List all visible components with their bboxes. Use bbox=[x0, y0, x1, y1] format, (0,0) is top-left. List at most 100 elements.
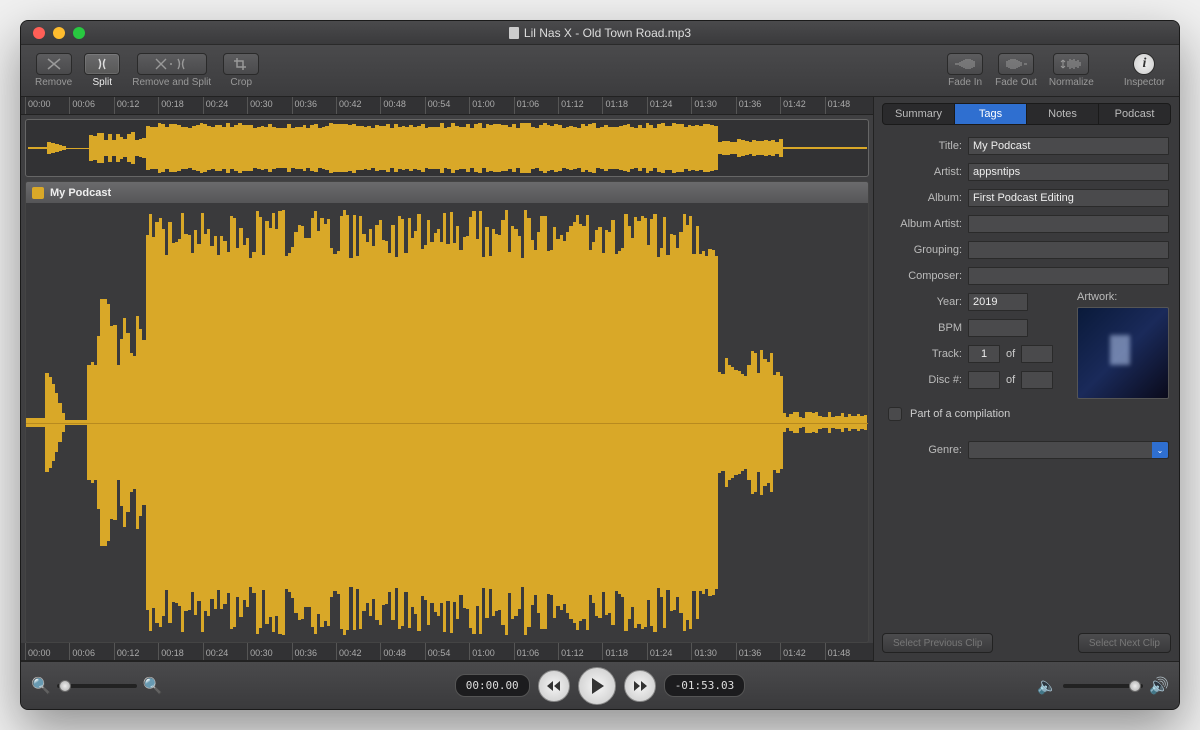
split-button[interactable]: Split bbox=[78, 51, 126, 90]
ruler-tick: 00:18 bbox=[158, 643, 202, 660]
fade-in-button[interactable]: Fade In bbox=[941, 51, 989, 90]
album-field[interactable] bbox=[968, 189, 1169, 207]
toolbar: Remove Split Remove and Split Crop Fade … bbox=[21, 45, 1179, 97]
ruler-tick: 00:30 bbox=[247, 97, 291, 114]
ruler-tick: 00:48 bbox=[380, 643, 424, 660]
current-time-display: 00:00.00 bbox=[455, 674, 530, 697]
album-artist-label: Album Artist: bbox=[884, 218, 962, 230]
ruler-tick: 01:48 bbox=[825, 643, 869, 660]
ruler-tick: 00:00 bbox=[25, 643, 69, 660]
info-icon: i bbox=[1133, 53, 1155, 75]
ruler-tick: 01:24 bbox=[647, 643, 691, 660]
artwork-well[interactable] bbox=[1077, 307, 1169, 399]
ruler-tick: 01:30 bbox=[691, 97, 735, 114]
tab-tags[interactable]: Tags bbox=[955, 104, 1027, 124]
tab-podcast[interactable]: Podcast bbox=[1099, 104, 1170, 124]
zoom-slider[interactable] bbox=[57, 684, 137, 688]
ruler-tick: 00:54 bbox=[425, 97, 469, 114]
disc-number-field[interactable] bbox=[968, 371, 1000, 389]
ruler-tick: 00:06 bbox=[69, 97, 113, 114]
ruler-tick: 01:48 bbox=[825, 97, 869, 114]
ruler-tick: 00:06 bbox=[69, 643, 113, 660]
artwork-label: Artwork: bbox=[1077, 291, 1169, 303]
ruler-tick: 01:00 bbox=[469, 643, 513, 660]
year-label: Year: bbox=[884, 296, 962, 308]
album-artist-field[interactable] bbox=[968, 215, 1169, 233]
transport-bar: 🔍 🔍 00:00.00 -01:53.03 🔈 🔊 bbox=[21, 661, 1179, 709]
genre-label: Genre: bbox=[884, 444, 962, 456]
fade-out-button[interactable]: Fade Out bbox=[989, 51, 1043, 90]
ruler-tick: 01:18 bbox=[602, 97, 646, 114]
tab-summary[interactable]: Summary bbox=[883, 104, 955, 124]
ruler-tick: 00:12 bbox=[114, 643, 158, 660]
track-total-field[interactable] bbox=[1021, 345, 1053, 363]
inspector-tabs: SummaryTagsNotesPodcast bbox=[882, 103, 1171, 125]
volume-controls: 🔈 🔊 bbox=[1037, 676, 1169, 696]
ruler-tick: 01:36 bbox=[736, 643, 780, 660]
album-label: Album: bbox=[884, 192, 962, 204]
overview-waveform[interactable] bbox=[25, 119, 869, 177]
remove-button[interactable]: Remove bbox=[29, 51, 78, 90]
compilation-checkbox[interactable] bbox=[888, 407, 902, 421]
overview-waveform-bars bbox=[28, 122, 866, 174]
clip-name: My Podcast bbox=[50, 187, 111, 199]
play-button[interactable] bbox=[578, 667, 616, 705]
disc-total-field[interactable] bbox=[1021, 371, 1053, 389]
app-window: Lil Nas X - Old Town Road.mp3 Remove Spl… bbox=[20, 20, 1180, 710]
artist-field[interactable] bbox=[968, 163, 1169, 181]
track-number-field[interactable] bbox=[968, 345, 1000, 363]
ruler-tick: 00:42 bbox=[336, 97, 380, 114]
remove-and-split-button[interactable]: Remove and Split bbox=[126, 51, 217, 90]
inspector-button[interactable]: i Inspector bbox=[1118, 51, 1171, 90]
time-ruler-top[interactable]: 00:0000:0600:1200:1800:2400:3000:3600:42… bbox=[21, 97, 873, 115]
crop-button[interactable]: Crop bbox=[217, 51, 265, 90]
ruler-tick: 01:12 bbox=[558, 643, 602, 660]
track-label: Track: bbox=[884, 348, 962, 360]
close-window-button[interactable] bbox=[33, 27, 45, 39]
normalize-button[interactable]: Normalize bbox=[1043, 51, 1100, 90]
zoom-in-icon[interactable]: 🔍 bbox=[143, 676, 163, 696]
zoom-window-button[interactable] bbox=[73, 27, 85, 39]
title-field[interactable] bbox=[968, 137, 1169, 155]
composer-label: Composer: bbox=[884, 270, 962, 282]
rewind-button[interactable] bbox=[538, 670, 570, 702]
fade-in-icon bbox=[947, 53, 983, 75]
title-label: Title: bbox=[884, 140, 962, 152]
fade-out-icon bbox=[998, 53, 1034, 75]
composer-field[interactable] bbox=[968, 267, 1169, 285]
zoom-out-icon[interactable]: 🔍 bbox=[31, 676, 51, 696]
grouping-field[interactable] bbox=[968, 241, 1169, 259]
split-icon bbox=[84, 53, 120, 75]
ruler-tick: 00:36 bbox=[292, 97, 336, 114]
volume-high-icon: 🔊 bbox=[1149, 676, 1169, 696]
main-waveform[interactable] bbox=[25, 203, 869, 643]
ruler-tick: 00:36 bbox=[292, 643, 336, 660]
year-field[interactable] bbox=[968, 293, 1028, 311]
ruler-tick: 01:24 bbox=[647, 97, 691, 114]
volume-slider[interactable] bbox=[1063, 684, 1143, 688]
genre-dropdown[interactable]: ⌄ bbox=[968, 441, 1169, 459]
time-ruler-bottom[interactable]: 00:0000:0600:1200:1800:2400:3000:3600:42… bbox=[21, 643, 873, 661]
clip-header[interactable]: My Podcast bbox=[25, 181, 869, 203]
ruler-tick: 00:00 bbox=[25, 97, 69, 114]
ruler-tick: 00:18 bbox=[158, 97, 202, 114]
ruler-tick: 01:36 bbox=[736, 97, 780, 114]
ruler-tick: 00:48 bbox=[380, 97, 424, 114]
ruler-tick: 01:42 bbox=[780, 643, 824, 660]
volume-low-icon: 🔈 bbox=[1037, 676, 1057, 696]
select-previous-clip-button[interactable]: Select Previous Clip bbox=[882, 633, 993, 653]
remaining-time-display: -01:53.03 bbox=[664, 674, 746, 697]
bpm-label: BPM bbox=[884, 322, 962, 334]
bpm-field[interactable] bbox=[968, 319, 1028, 337]
scissors-icon bbox=[36, 53, 72, 75]
tab-notes[interactable]: Notes bbox=[1027, 104, 1099, 124]
select-next-clip-button[interactable]: Select Next Clip bbox=[1078, 633, 1171, 653]
forward-button[interactable] bbox=[624, 670, 656, 702]
grouping-label: Grouping: bbox=[884, 244, 962, 256]
minimize-window-button[interactable] bbox=[53, 27, 65, 39]
content-area: 00:0000:0600:1200:1800:2400:3000:3600:42… bbox=[21, 97, 1179, 661]
disc-label: Disc #: bbox=[884, 374, 962, 386]
ruler-tick: 00:42 bbox=[336, 643, 380, 660]
crop-icon bbox=[223, 53, 259, 75]
document-icon bbox=[509, 27, 519, 39]
